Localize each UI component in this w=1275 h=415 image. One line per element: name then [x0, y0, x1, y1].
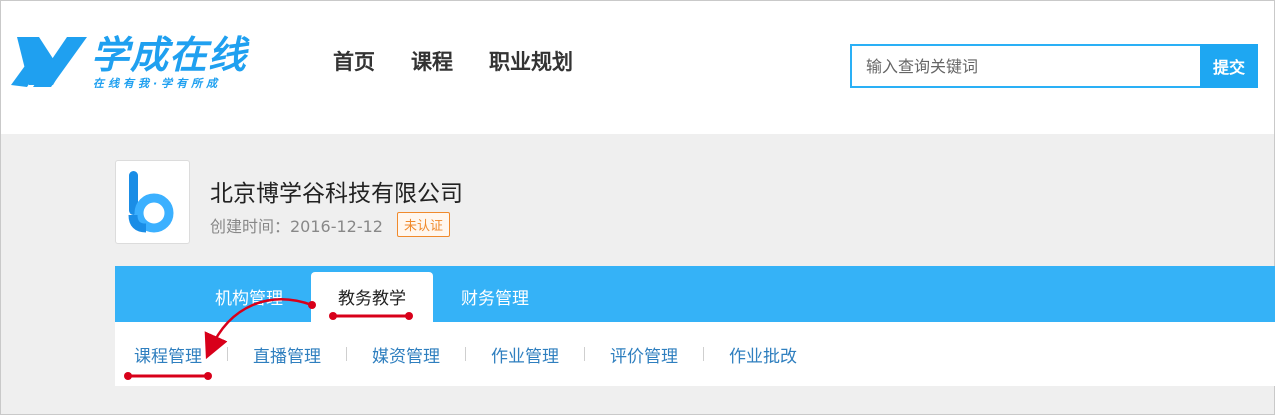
tab-bar: 机构管理 教务教学 财务管理 [115, 266, 1275, 322]
subnav-course-management[interactable]: 课程管理 [134, 342, 202, 367]
divider [465, 347, 466, 361]
org-name: 北京博学谷科技有限公司 [210, 181, 463, 207]
logo-mark-icon [11, 37, 87, 87]
site-header: 学成在线 在线有我·学有所成 首页 课程 职业规划 提交 [1, 1, 1274, 134]
org-logo-icon [128, 171, 174, 233]
tab-finance[interactable]: 财务管理 [445, 272, 545, 322]
subnav-live-management[interactable]: 直播管理 [253, 342, 321, 367]
org-created-date: 创建时间：2016-12-12 [210, 216, 383, 236]
divider [346, 347, 347, 361]
subnav-review-management[interactable]: 评价管理 [610, 342, 678, 367]
search-submit-button[interactable]: 提交 [1200, 44, 1258, 88]
search-input[interactable] [850, 44, 1200, 88]
logo-title: 学成在线 [91, 33, 248, 77]
org-avatar [115, 160, 190, 244]
logo-slogan: 在线有我·学有所成 [93, 77, 222, 90]
nav-courses[interactable]: 课程 [411, 46, 453, 76]
divider [584, 347, 585, 361]
subnav-homework-grading[interactable]: 作业批改 [729, 342, 797, 367]
subnav-homework-management[interactable]: 作业管理 [491, 342, 559, 367]
divider [703, 347, 704, 361]
subnav-media-management[interactable]: 媒资管理 [372, 342, 440, 367]
tab-org-management[interactable]: 机构管理 [199, 272, 299, 322]
main-nav: 首页 课程 职业规划 [333, 46, 573, 76]
org-meta: 创建时间：2016-12-12 未认证 [210, 212, 451, 237]
search-bar: 提交 [850, 44, 1258, 88]
tab-teaching[interactable]: 教务教学 [311, 272, 433, 322]
site-logo[interactable]: 学成在线 在线有我·学有所成 [11, 33, 261, 93]
divider [227, 347, 228, 361]
nav-career[interactable]: 职业规划 [489, 46, 573, 76]
main-content: 北京博学谷科技有限公司 创建时间：2016-12-12 未认证 机构管理 教务教… [1, 134, 1275, 414]
sub-nav: 课程管理 直播管理 媒资管理 作业管理 评价管理 作业批改 [115, 322, 1275, 386]
status-badge: 未认证 [397, 212, 451, 237]
nav-home[interactable]: 首页 [333, 46, 375, 76]
